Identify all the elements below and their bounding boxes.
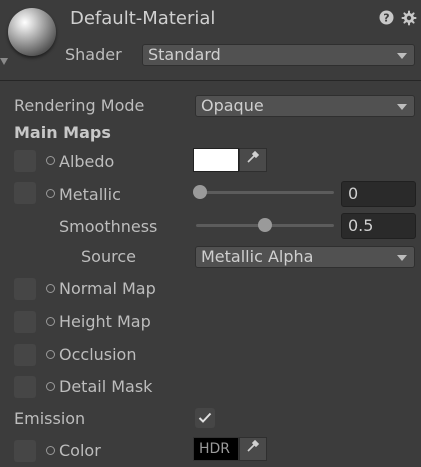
main-maps-heading: Main Maps	[14, 123, 111, 142]
shader-label: Shader	[65, 45, 122, 64]
occlusion-label: Occlusion	[59, 345, 137, 364]
metallic-slider-knob[interactable]	[193, 185, 207, 199]
eyedropper-icon[interactable]	[239, 437, 267, 461]
shader-dropdown[interactable]: Standard	[142, 44, 415, 66]
normal-map-texture-slot[interactable]	[14, 278, 36, 300]
metallic-texture-slot[interactable]	[14, 182, 36, 204]
object-picker-icon[interactable]	[46, 189, 55, 198]
source-dropdown[interactable]: Metallic Alpha	[195, 246, 415, 268]
smoothness-label: Smoothness	[59, 217, 158, 236]
rendering-mode-value: Opaque	[201, 96, 264, 115]
object-picker-icon[interactable]	[46, 382, 55, 391]
shader-dropdown-value: Standard	[148, 45, 221, 64]
object-picker-icon[interactable]	[46, 284, 55, 293]
height-map-label: Height Map	[59, 312, 151, 331]
svg-text:?: ?	[383, 12, 389, 25]
occlusion-texture-slot[interactable]	[14, 344, 36, 366]
object-picker-icon[interactable]	[46, 317, 55, 326]
material-preview-sphere	[8, 8, 56, 56]
height-map-texture-slot[interactable]	[14, 311, 36, 333]
object-picker-icon[interactable]	[46, 446, 55, 455]
metallic-value-field[interactable]: 0	[341, 181, 416, 207]
chevron-down-icon	[397, 104, 407, 110]
albedo-color-swatch[interactable]	[193, 148, 239, 172]
emission-label: Emission	[14, 409, 86, 428]
detail-mask-label: Detail Mask	[59, 377, 153, 396]
eyedropper-icon[interactable]	[239, 148, 267, 172]
chevron-down-icon	[397, 53, 407, 59]
header-separator	[0, 80, 421, 81]
rendering-mode-dropdown[interactable]: Opaque	[195, 95, 415, 117]
gear-icon[interactable]	[401, 10, 417, 26]
detail-mask-texture-slot[interactable]	[14, 376, 36, 398]
emission-hdr-color-swatch[interactable]: HDR	[193, 437, 239, 461]
object-picker-icon[interactable]	[46, 156, 55, 165]
albedo-texture-slot[interactable]	[14, 150, 36, 172]
metallic-slider-track[interactable]	[196, 191, 334, 194]
material-name: Default-Material	[70, 8, 216, 29]
help-icon[interactable]: ?	[379, 10, 394, 25]
object-picker-icon[interactable]	[46, 350, 55, 359]
foldout-arrow-icon[interactable]	[0, 58, 8, 65]
source-value: Metallic Alpha	[201, 247, 314, 266]
metallic-label: Metallic	[59, 185, 121, 204]
albedo-label: Albedo	[59, 152, 115, 171]
smoothness-slider-knob[interactable]	[258, 218, 272, 232]
emission-color-label: Color	[59, 441, 101, 460]
rendering-mode-label: Rendering Mode	[14, 96, 145, 115]
normal-map-label: Normal Map	[59, 279, 156, 298]
emission-color-texture-slot[interactable]	[14, 440, 36, 462]
emission-checkbox[interactable]	[195, 408, 215, 428]
smoothness-value-field[interactable]: 0.5	[341, 213, 416, 239]
source-label: Source	[81, 247, 136, 266]
chevron-down-icon	[397, 255, 407, 261]
